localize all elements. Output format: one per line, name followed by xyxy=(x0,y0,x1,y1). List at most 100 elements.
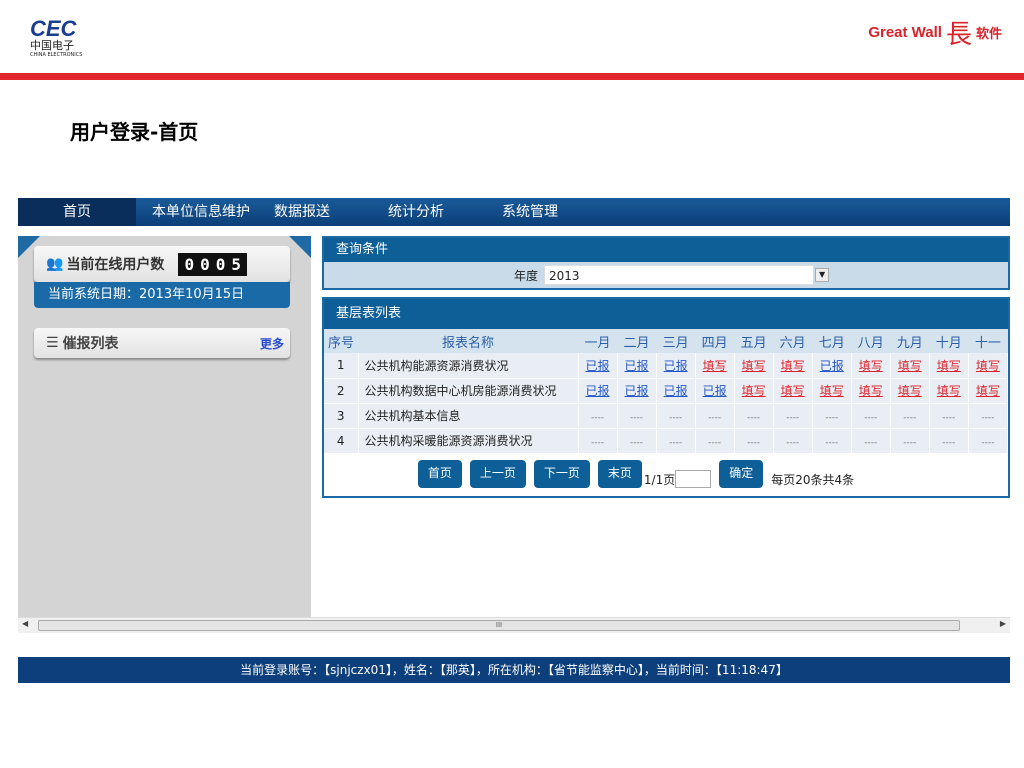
cec-logo-text: CEC xyxy=(30,16,77,41)
reported-link[interactable]: 已报 xyxy=(586,384,610,398)
column-header: 二月 xyxy=(617,329,657,353)
report-name: 公共机构采暖能源资源消费状况 xyxy=(358,428,579,454)
nav-unit-info[interactable]: 本单位信息维护 xyxy=(136,198,266,226)
next-page-button[interactable]: 下一页 xyxy=(533,459,590,488)
month-cell: 填写 xyxy=(890,378,930,404)
header-divider xyxy=(0,73,1024,80)
status-footer: 当前登录账号：【sjnjczx01】，姓名：【那英】，所在机构：【省节能监察中心… xyxy=(18,657,1010,683)
users-icon: 👥 xyxy=(46,256,64,272)
empty-cell: ---- xyxy=(669,437,683,448)
nav-data-report[interactable]: 数据报送 xyxy=(266,198,372,226)
fill-in-link[interactable]: 填写 xyxy=(742,384,766,398)
scroll-left-icon[interactable]: ◀ xyxy=(22,619,28,628)
fill-in-link[interactable]: 填写 xyxy=(703,359,727,373)
corner-decoration xyxy=(289,236,311,258)
reported-link[interactable]: 已报 xyxy=(625,384,649,398)
chevron-down-icon[interactable]: ▼ xyxy=(815,268,830,282)
month-cell: ---- xyxy=(578,428,618,454)
last-page-button[interactable]: 末页 xyxy=(597,459,642,488)
prev-page-button[interactable]: 上一页 xyxy=(469,459,526,488)
empty-cell: ---- xyxy=(825,412,839,423)
fill-in-link[interactable]: 填写 xyxy=(781,384,805,398)
first-page-button[interactable]: 首页 xyxy=(417,459,462,488)
month-cell: 已报 xyxy=(695,378,735,404)
year-select-value: 2013 xyxy=(549,269,580,283)
empty-cell: ---- xyxy=(942,437,956,448)
column-header: 四月 xyxy=(695,329,735,353)
fill-in-link[interactable]: 填写 xyxy=(859,384,883,398)
remind-list-title: 催报列表 xyxy=(62,336,119,352)
report-list-title: 基层表列表 xyxy=(324,299,1008,329)
fill-in-link[interactable]: 填写 xyxy=(976,384,1000,398)
table-row: 3 公共机构基本信息 ---- ---- ---- ---- ---- ---- ---- ---… xyxy=(324,403,1009,429)
reported-link[interactable]: 已报 xyxy=(625,359,649,373)
nav-statistics[interactable]: 统计分析 xyxy=(372,198,486,226)
empty-cell: ---- xyxy=(864,437,878,448)
scrollbar-thumb[interactable]: III xyxy=(38,620,960,631)
empty-cell: ---- xyxy=(825,437,839,448)
column-header: 三月 xyxy=(656,329,696,353)
greatwall-logo: Great Wall 長 软件 xyxy=(868,14,1002,51)
page-indicator: 1/1页 xyxy=(643,472,676,487)
month-cell: ---- xyxy=(734,403,774,429)
column-header: 一月 xyxy=(578,329,618,353)
row-number: 4 xyxy=(324,428,359,454)
fill-in-link[interactable]: 填写 xyxy=(937,359,961,373)
empty-cell: ---- xyxy=(591,437,605,448)
empty-cell: ---- xyxy=(630,437,644,448)
row-number: 2 xyxy=(324,378,359,404)
more-link[interactable]: 更多 xyxy=(260,335,284,352)
month-cell: ---- xyxy=(656,403,696,429)
page-title: 用户登录-首页 xyxy=(70,120,199,144)
fill-in-link[interactable]: 填写 xyxy=(859,359,883,373)
month-cell: ---- xyxy=(968,428,1009,454)
page-number-input[interactable] xyxy=(675,469,712,488)
column-header: 六月 xyxy=(773,329,813,353)
nav-system[interactable]: 系统管理 xyxy=(486,198,574,226)
pager: 首页 上一页 下一页 末页 1/1页 确定 每页20条共4条 xyxy=(324,459,1008,488)
online-users-label: 当前在线用户数 xyxy=(66,257,165,273)
reported-link[interactable]: 已报 xyxy=(703,384,727,398)
month-cell: ---- xyxy=(773,403,813,429)
greatwall-logo-en: Great Wall xyxy=(868,24,942,41)
month-cell: 已报 xyxy=(656,353,696,379)
fill-in-link[interactable]: 填写 xyxy=(742,359,766,373)
month-cell: ---- xyxy=(851,403,891,429)
fill-in-link[interactable]: 填写 xyxy=(820,384,844,398)
nav-home[interactable]: 首页 xyxy=(18,198,136,226)
month-cell: 已报 xyxy=(617,353,657,379)
reported-link[interactable]: 已报 xyxy=(664,359,688,373)
month-cell: 填写 xyxy=(734,353,774,379)
reported-link[interactable]: 已报 xyxy=(586,359,610,373)
month-cell: 已报 xyxy=(656,378,696,404)
fill-in-link[interactable]: 填写 xyxy=(976,359,1000,373)
report-name: 公共机构能源资源消费状况 xyxy=(358,353,579,379)
reported-link[interactable]: 已报 xyxy=(664,384,688,398)
month-cell: ---- xyxy=(812,403,852,429)
empty-cell: ---- xyxy=(747,412,761,423)
year-label: 年度 xyxy=(514,268,539,283)
report-list-panel: 基层表列表 序号 报表名称 一月 二月 三月 四月 五月 六月 七月 八月 九月 十月 十一 1 公共机构… xyxy=(322,297,1010,498)
month-cell: ---- xyxy=(890,403,930,429)
month-cell: ---- xyxy=(617,428,657,454)
confirm-button[interactable]: 确定 xyxy=(719,459,764,488)
scroll-right-icon[interactable]: ▶ xyxy=(1000,619,1006,628)
fill-in-link[interactable]: 填写 xyxy=(898,359,922,373)
empty-cell: ---- xyxy=(747,437,761,448)
report-table: 序号 报表名称 一月 二月 三月 四月 五月 六月 七月 八月 九月 十月 十一 1 公共机构能源资源消费… xyxy=(324,329,1009,454)
reported-link[interactable]: 已报 xyxy=(820,359,844,373)
fill-in-link[interactable]: 填写 xyxy=(781,359,805,373)
greatwall-logo-cn: 软件 xyxy=(975,27,1002,42)
empty-cell: ---- xyxy=(903,437,917,448)
month-cell: ---- xyxy=(851,428,891,454)
report-name: 公共机构数据中心机房能源消费状况 xyxy=(358,378,579,404)
fill-in-link[interactable]: 填写 xyxy=(898,384,922,398)
horizontal-scrollbar[interactable]: ◀ III ▶ xyxy=(18,617,1010,633)
year-select[interactable]: 2013 ▼ xyxy=(544,265,830,285)
online-users-card: 👥 当前在线用户数 0 0 0 5 xyxy=(34,246,290,282)
table-row: 1 公共机构能源资源消费状况 已报 已报 已报 填写 填写 填写 已报 填写 填写 填写 填写 xyxy=(324,353,1009,379)
column-header: 九月 xyxy=(890,329,930,353)
remind-list-card: ☰ 催报列表 更多 xyxy=(34,328,290,358)
fill-in-link[interactable]: 填写 xyxy=(937,384,961,398)
month-cell: 已报 xyxy=(578,378,618,404)
